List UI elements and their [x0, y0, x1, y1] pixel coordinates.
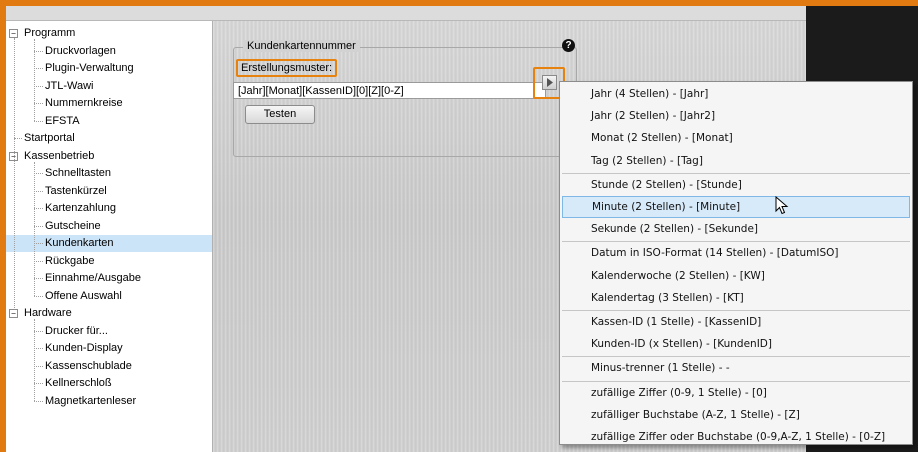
tree-item[interactable]: Plugin-Verwaltung [6, 60, 212, 77]
collapse-icon[interactable]: − [9, 29, 18, 38]
tree-connector [34, 278, 43, 279]
header-strip [6, 6, 806, 21]
menu-item[interactable]: Jahr (2 Stellen) - [Jahr2] [562, 105, 910, 127]
tree-item-label: Programm [24, 27, 76, 39]
test-button[interactable]: Testen [245, 105, 315, 124]
settings-tree: Programm − Druckvorlagen Plugin-Verwaltung J… [6, 21, 213, 452]
tree-item[interactable]: Einnahme/Ausgabe [6, 270, 212, 287]
tree-item[interactable]: Gutscheine [6, 218, 212, 235]
menu-item[interactable]: zufällige Ziffer (0-9, 1 Stelle) - [0] [562, 382, 910, 404]
group-title: Kundenkartennummer [243, 40, 360, 52]
tree-item[interactable]: Drucker für... [6, 323, 212, 340]
tree-connector [34, 348, 43, 349]
tree-item-label: Druckvorlagen [45, 44, 116, 57]
tree-connector [14, 38, 15, 308]
tree-item[interactable]: Kartenzahlung [6, 200, 212, 217]
menu-item[interactable]: Monat (2 Stellen) - [Monat] [562, 127, 910, 149]
tree-item-label: Nummernkreise [45, 97, 123, 109]
mouse-cursor-icon [775, 196, 789, 215]
tree-item[interactable]: Schnelltasten [6, 165, 212, 182]
tree-item[interactable]: Kundenkarten [6, 235, 212, 252]
tree-item-label: Einnahme/Ausgabe [45, 272, 142, 284]
tree-connector [34, 161, 35, 296]
menu-item[interactable]: Stunde (2 Stellen) - [Stunde] [562, 174, 910, 196]
menu-item[interactable]: Tag (2 Stellen) - [Tag] [562, 150, 910, 172]
tree-item-label: JTL-Wawi [45, 79, 94, 92]
tree-item-label: Rückgabe [45, 254, 95, 267]
pattern-label: Erstellungsmuster: [236, 59, 338, 77]
tree-connector [34, 365, 43, 367]
tree-item-label: Kunden-Display [45, 342, 123, 354]
tree-item[interactable]: Programm − [6, 25, 212, 42]
tree-item-label: Gutscheine [45, 219, 101, 232]
tree-item[interactable]: Hardware − [6, 305, 212, 322]
tree-connector [34, 243, 43, 244]
placeholder-dropdown-menu: Jahr (4 Stellen) - [Jahr] Jahr (2 Stellen… [559, 81, 913, 445]
tree-item-label: Tastenkürzel [45, 184, 107, 197]
menu-item[interactable]: Kassen-ID (1 Stelle) - [KassenID] [562, 311, 910, 333]
tree-item[interactable]: Kellnerschloß [6, 375, 212, 392]
tree-item[interactable]: Kassenschublade [6, 358, 212, 375]
collapse-icon[interactable]: − [9, 309, 18, 318]
tree-connector [34, 225, 43, 227]
menu-item[interactable]: Datum in ISO-Format (14 Stellen) - [Datu… [562, 242, 910, 264]
tree-item[interactable]: Druckvorlagen [6, 43, 212, 60]
tree-item-label: Kundenkarten [45, 237, 114, 249]
tree-item-label: Kartenzahlung [45, 202, 116, 214]
tree-connector [34, 68, 43, 69]
tree-item[interactable]: Tastenkürzel [6, 183, 212, 200]
tree-connector [34, 319, 35, 401]
tree-item-label: Schnelltasten [45, 167, 112, 179]
tree-item-label: Magnetkartenleser [45, 394, 137, 407]
tree-connector [34, 383, 43, 384]
tree-item[interactable]: JTL-Wawi [6, 78, 212, 95]
tree-connector [34, 400, 43, 402]
menu-item[interactable]: Sekunde (2 Stellen) - [Sekunde] [562, 218, 910, 240]
tree-item-label: Kellnerschloß [45, 377, 112, 389]
tree-connector [34, 120, 43, 122]
tree-connector [34, 330, 43, 332]
tree-connector [34, 103, 43, 104]
menu-item[interactable]: zufälliger Buchstabe (A-Z, 1 Stelle) - [… [562, 404, 910, 426]
tree-item[interactable]: EFSTA [6, 113, 212, 130]
menu-item[interactable]: Kalenderwoche (2 Stellen) - [KW] [562, 265, 910, 287]
tree-connector [34, 295, 43, 297]
tree-item[interactable]: Startportal [6, 130, 212, 147]
tree-item-label: EFSTA [45, 114, 80, 127]
menu-item[interactable]: zufällige Ziffer oder Buchstabe (0-9,A-Z… [562, 426, 910, 448]
menu-item[interactable]: Kunden-ID (x Stellen) - [KundenID] [562, 333, 910, 355]
tree-item[interactable]: Rückgabe [6, 253, 212, 270]
tree-item-label: Plugin-Verwaltung [45, 62, 134, 74]
chevron-right-icon [547, 78, 553, 87]
menu-item[interactable]: Kalendertag (3 Stellen) - [KT] [562, 287, 910, 309]
pattern-input[interactable] [233, 82, 546, 99]
tree-connector [34, 173, 43, 174]
tree-connector [34, 85, 43, 87]
tree-item-label: Startportal [24, 132, 75, 144]
tree-item-label: Drucker für... [45, 324, 108, 337]
tree-item[interactable]: Kunden-Display [6, 340, 212, 357]
placeholder-menu-button[interactable] [542, 75, 557, 90]
tree-connector [34, 190, 43, 192]
menu-item[interactable]: Jahr (4 Stellen) - [Jahr] [562, 83, 910, 105]
tree-item[interactable]: Offene Auswahl [6, 288, 212, 305]
tree-connector [34, 39, 35, 121]
tree-connector [34, 260, 43, 262]
menu-item[interactable]: Minute (2 Stellen) - [Minute] [562, 196, 910, 218]
tree-connector [14, 138, 22, 139]
menu-item[interactable]: Minus-trenner (1 Stelle) - - [562, 357, 910, 379]
tree-connector [34, 208, 43, 209]
tree-item[interactable]: Magnetkartenleser [6, 393, 212, 410]
tree-connector [34, 50, 43, 52]
tree-item[interactable]: Nummernkreise [6, 95, 212, 112]
tree-item[interactable]: Kassenbetrieb − [6, 148, 212, 165]
tree-item-label: Kassenschublade [45, 359, 132, 372]
help-icon[interactable]: ? [562, 39, 575, 52]
tree-item-label: Offene Auswahl [45, 289, 122, 302]
tree-item-label: Hardware [24, 307, 72, 319]
